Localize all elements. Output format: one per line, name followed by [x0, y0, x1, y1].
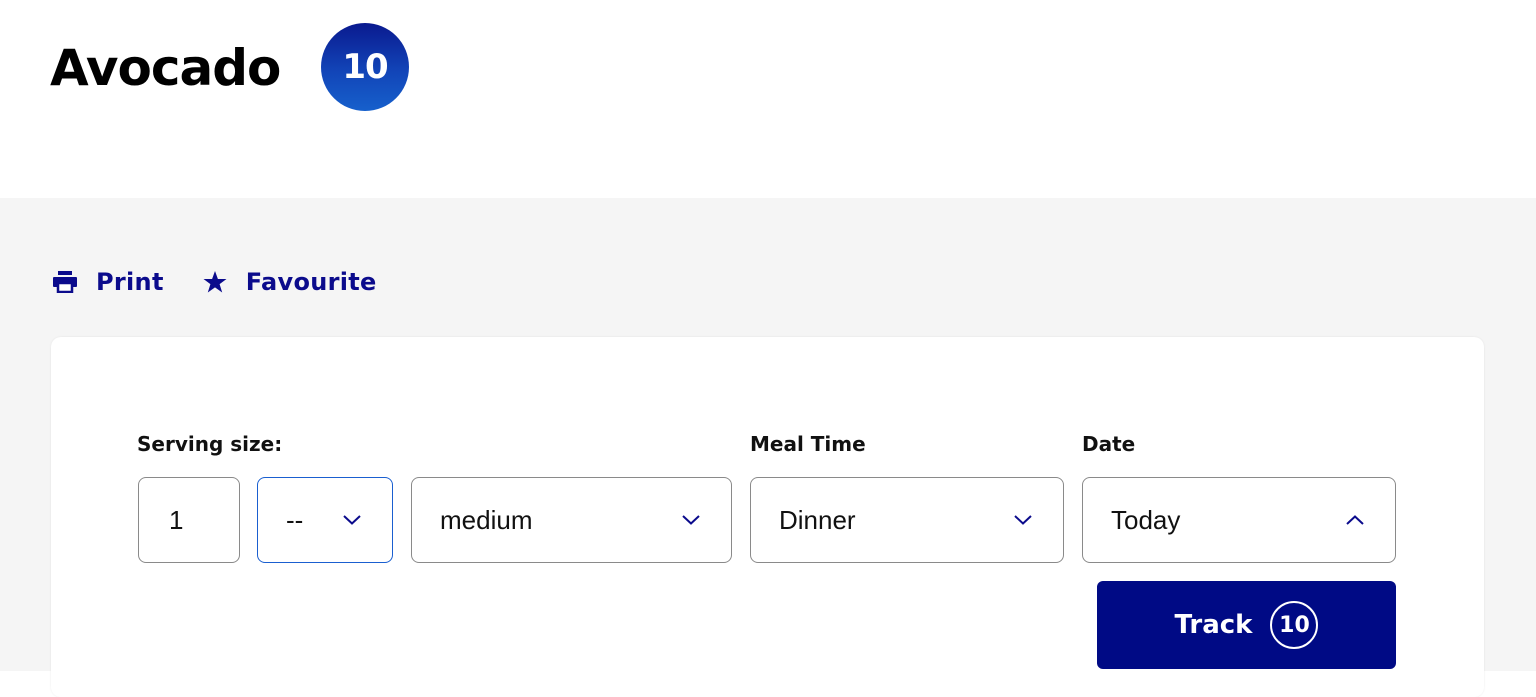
date-value: Today	[1111, 504, 1181, 535]
chevron-down-icon	[340, 508, 364, 532]
star-icon	[202, 269, 228, 295]
unit-value: medium	[440, 504, 533, 535]
meal-time-select[interactable]: Dinner	[750, 477, 1064, 563]
favourite-button[interactable]: Favourite	[202, 268, 377, 296]
track-score-badge: 10	[1270, 601, 1319, 649]
page-title: Avocado	[50, 39, 281, 97]
meal-time-label: Meal Time	[750, 432, 866, 456]
chevron-up-icon	[1343, 508, 1367, 532]
main-content: Print Favourite Serving size: Meal Time …	[0, 198, 1536, 697]
action-bar: Print Favourite	[52, 268, 377, 296]
print-label: Print	[96, 268, 164, 296]
date-label: Date	[1082, 432, 1136, 456]
quantity-input[interactable]	[138, 477, 240, 563]
track-button[interactable]: Track 10	[1097, 581, 1396, 669]
fraction-select[interactable]: --	[257, 477, 393, 563]
track-label: Track	[1174, 610, 1253, 640]
print-button[interactable]: Print	[52, 268, 164, 296]
date-select[interactable]: Today	[1082, 477, 1396, 563]
favourite-label: Favourite	[245, 268, 377, 296]
page-header: Avocado 10	[0, 0, 1536, 198]
chevron-down-icon	[1011, 508, 1035, 532]
tracking-card: Serving size: Meal Time Date -- medium D…	[51, 337, 1484, 697]
chevron-down-icon	[679, 508, 703, 532]
meal-time-value: Dinner	[779, 504, 856, 535]
score-badge: 10	[321, 23, 409, 111]
serving-size-label: Serving size:	[137, 432, 283, 456]
fraction-value: --	[286, 504, 304, 535]
unit-select[interactable]: medium	[411, 477, 732, 563]
printer-icon	[52, 269, 78, 295]
